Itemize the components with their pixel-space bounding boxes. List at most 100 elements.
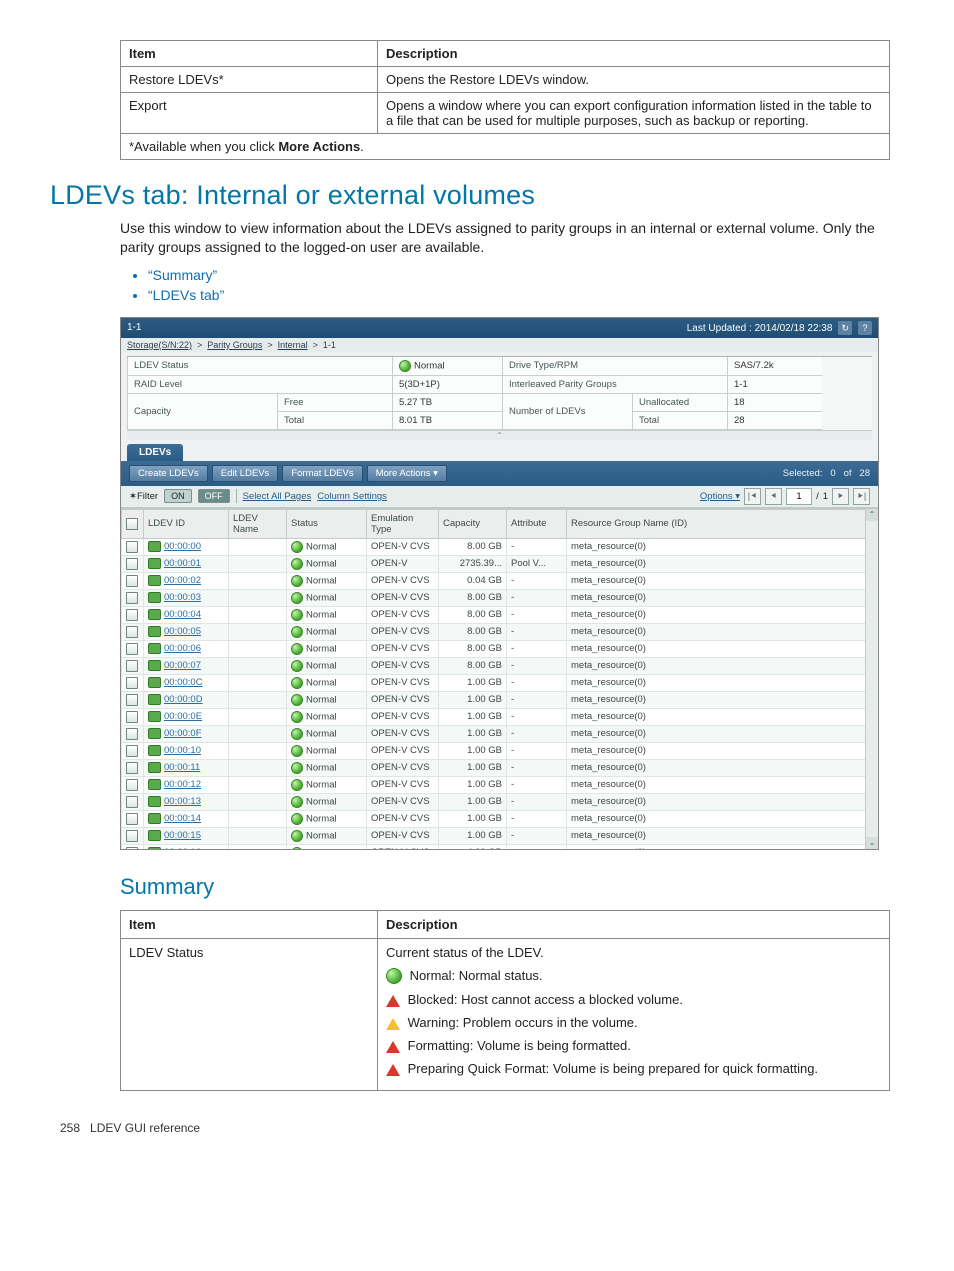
cell-ldev-id[interactable]: 00:00:00 [144,538,229,555]
bc-storage[interactable]: Storage(S/N:22) [127,340,192,350]
table-row[interactable]: 00:00:12NormalOPEN-V CVS1.00 GB-meta_res… [122,776,878,793]
th-ldev-id[interactable]: LDEV ID [144,509,229,538]
format-ldevs-button[interactable]: Format LDEVs [282,465,362,482]
th-emulation[interactable]: Emulation Type [367,509,439,538]
cell-ldev-id[interactable]: 00:00:0F [144,725,229,742]
cell-ldev-id[interactable]: 00:00:03 [144,589,229,606]
th-attribute[interactable]: Attribute [507,509,567,538]
cell-ldev-id[interactable]: 00:00:01 [144,555,229,572]
table-row[interactable]: 00:00:14NormalOPEN-V CVS1.00 GB-meta_res… [122,810,878,827]
row-checkbox[interactable] [122,742,144,759]
table-row[interactable]: 00:00:0DNormalOPEN-V CVS1.00 GB-meta_res… [122,691,878,708]
page-next-button[interactable]: ⯈ [832,488,849,505]
options-menu[interactable]: Options ▾ [700,491,740,502]
cell-ldev-id[interactable]: 00:00:10 [144,742,229,759]
th-capacity[interactable]: Capacity [439,509,507,538]
table-row[interactable]: 00:00:0ENormalOPEN-V CVS1.00 GB-meta_res… [122,708,878,725]
row-checkbox[interactable] [122,691,144,708]
table-row[interactable]: 00:00:00NormalOPEN-V CVS8.00 GB-meta_res… [122,538,878,555]
table-row[interactable]: 00:00:03NormalOPEN-V CVS8.00 GB-meta_res… [122,589,878,606]
cell-ldev-id[interactable]: 00:00:0C [144,674,229,691]
row-checkbox[interactable] [122,844,144,849]
row-checkbox[interactable] [122,555,144,572]
row-checkbox[interactable] [122,725,144,742]
scroll-up-icon[interactable]: ⌃ [866,509,878,521]
cell-ldev-id[interactable]: 00:00:16 [144,844,229,849]
page-last-button[interactable]: ⯈| [853,488,870,505]
row-checkbox[interactable] [122,623,144,640]
row-checkbox[interactable] [122,759,144,776]
th-ldev-name[interactable]: LDEV Name [229,509,287,538]
th-checkbox[interactable] [122,509,144,538]
refresh-icon[interactable]: ↻ [838,321,852,335]
cell-ldev-id[interactable]: 00:00:0D [144,691,229,708]
row-checkbox[interactable] [122,606,144,623]
table-row[interactable]: 00:00:11NormalOPEN-V CVS1.00 GB-meta_res… [122,759,878,776]
row-checkbox[interactable] [122,674,144,691]
page-input[interactable] [786,488,812,505]
row-checkbox[interactable] [122,572,144,589]
scroll-down-icon[interactable]: ⌄ [866,837,878,849]
row-checkbox[interactable] [122,538,144,555]
table-row[interactable]: 00:00:16NormalOPEN-V CVS4.00 GB-meta_res… [122,844,878,849]
cell-ldev-id[interactable]: 00:00:0E [144,708,229,725]
table-row[interactable]: 00:00:10NormalOPEN-V CVS1.00 GB-meta_res… [122,742,878,759]
page-first-button[interactable]: |⯇ [744,488,761,505]
cell-ldev-id[interactable]: 00:00:06 [144,640,229,657]
cell-ldev-id[interactable]: 00:00:07 [144,657,229,674]
bc-internal[interactable]: Internal [278,340,308,350]
table-row[interactable]: 00:00:0FNormalOPEN-V CVS1.00 GB-meta_res… [122,725,878,742]
link-ldevs-tab[interactable]: “LDEVs tab” [148,287,224,303]
select-all-pages[interactable]: Select All Pages [243,491,312,502]
row-checkbox[interactable] [122,589,144,606]
table-row[interactable]: 00:00:01NormalOPEN-V2735.39...Pool V...m… [122,555,878,572]
create-ldevs-button[interactable]: Create LDEVs [129,465,208,482]
help-icon[interactable]: ? [858,321,872,335]
row-checkbox[interactable] [122,657,144,674]
row-checkbox[interactable] [122,776,144,793]
row-checkbox[interactable] [122,793,144,810]
table-row[interactable]: 00:00:04NormalOPEN-V CVS8.00 GB-meta_res… [122,606,878,623]
table-row[interactable]: 00:00:0CNormalOPEN-V CVS1.00 GB-meta_res… [122,674,878,691]
cell-ldev-id[interactable]: 00:00:12 [144,776,229,793]
cell-ldev-id[interactable]: 00:00:04 [144,606,229,623]
th-desc2: Description [378,910,890,938]
edit-ldevs-button[interactable]: Edit LDEVs [212,465,279,482]
link-summary[interactable]: “Summary” [148,267,217,283]
drive-type-label: Drive Type/RPM [502,357,727,376]
num-ldevs-label: Number of LDEVs [502,394,632,430]
cell-capacity: 8.00 GB [439,589,507,606]
cell-ldev-id[interactable]: 00:00:11 [144,759,229,776]
table-row[interactable]: 00:00:15NormalOPEN-V CVS1.00 GB-meta_res… [122,827,878,844]
ldev-icon [148,626,161,637]
table-row[interactable]: 00:00:06NormalOPEN-V CVS8.00 GB-meta_res… [122,640,878,657]
cell-ldev-name [229,742,287,759]
cell-attribute: - [507,640,567,657]
row-checkbox[interactable] [122,827,144,844]
filter-on-button[interactable]: ON [164,489,192,503]
collapse-handle[interactable]: ⌃ [127,430,872,440]
cell-ldev-id[interactable]: 00:00:13 [144,793,229,810]
page-prev-button[interactable]: ⯇ [765,488,782,505]
ldev-icon [148,677,161,688]
cell-ldev-id[interactable]: 00:00:02 [144,572,229,589]
table-row[interactable]: 00:00:05NormalOPEN-V CVS8.00 GB-meta_res… [122,623,878,640]
column-settings[interactable]: Column Settings [317,491,387,502]
row-checkbox[interactable] [122,640,144,657]
table-row: LDEV Status Current status of the LDEV. … [121,938,890,1091]
th-resource-group[interactable]: Resource Group Name (ID) [567,509,878,538]
cell-ldev-id[interactable]: 00:00:05 [144,623,229,640]
row-checkbox[interactable] [122,708,144,725]
bc-parity-groups[interactable]: Parity Groups [207,340,262,350]
tab-ldevs[interactable]: LDEVs [127,444,183,461]
cell-ldev-id[interactable]: 00:00:14 [144,810,229,827]
row-checkbox[interactable] [122,810,144,827]
th-status[interactable]: Status [287,509,367,538]
more-actions-button[interactable]: More Actions [367,465,447,482]
table-row[interactable]: 00:00:07NormalOPEN-V CVS8.00 GB-meta_res… [122,657,878,674]
filter-off-button[interactable]: OFF [198,489,230,503]
table-row[interactable]: 00:00:02NormalOPEN-V CVS0.04 GB-meta_res… [122,572,878,589]
cell-ldev-id[interactable]: 00:00:15 [144,827,229,844]
grid-scrollbar[interactable]: ⌃ ⌄ [865,509,878,849]
table-row[interactable]: 00:00:13NormalOPEN-V CVS1.00 GB-meta_res… [122,793,878,810]
